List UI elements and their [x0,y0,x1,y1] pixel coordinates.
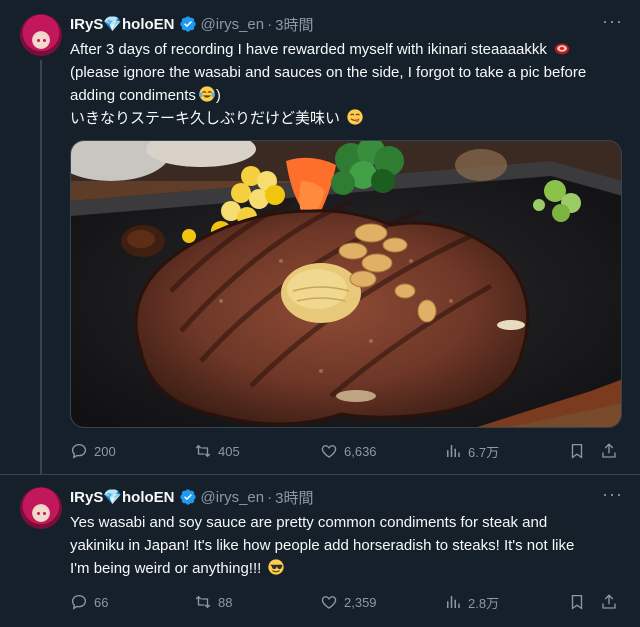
like-button[interactable]: 6,636 [320,440,377,462]
tweet-text-line: ) [215,87,221,104]
like-button[interactable]: 2,359 [320,591,377,613]
views-icon [447,445,460,457]
separator-dot: · [267,488,273,506]
more-icon[interactable]: ··· [602,485,622,507]
repost-button[interactable]: 88 [194,591,232,613]
views-count: 6.7万 [468,444,500,460]
author-handle[interactable]: @irys_en [201,489,265,506]
bookmark-button[interactable] [568,591,586,613]
timestamp[interactable]: 3時間 [275,14,313,35]
share-button[interactable] [600,591,618,613]
tweet-text-line: After 3 days of recording I have rewarde… [70,41,547,58]
yum-emoji-icon [347,109,363,125]
tweet-text: Yes wasabi and soy sauce are pretty comm… [70,511,626,580]
tweet-header: IRyS💎holoEN @irys_en · 3時間 [70,14,313,34]
share-icon [602,443,616,458]
separator-dot: · [267,15,273,33]
views-count: 2.8万 [468,595,500,611]
repost-icon [195,595,211,609]
tweet-text-line: (please ignore the wasabi and sauces on … [70,64,587,81]
more-icon[interactable]: ··· [602,12,622,34]
sunglasses-emoji-icon [268,559,285,575]
meat-emoji-icon [554,43,570,55]
author-name[interactable]: IRyS💎holoEN [70,488,175,506]
like-count: 2,359 [344,594,377,610]
repost-button[interactable]: 405 [194,440,240,462]
bookmark-icon [571,443,583,459]
tweet[interactable]: IRyS💎holoEN @irys_en · 3時間 ··· After 3 d… [0,0,640,474]
tweet-text-line: adding condiments [70,87,196,104]
reply-count: 200 [94,443,116,459]
share-button[interactable] [600,440,618,462]
views-button[interactable]: 6.7万 [444,440,499,462]
repost-icon [195,444,211,458]
author-name[interactable]: IRyS💎holoEN [70,15,175,33]
reply-icon [71,594,87,610]
share-icon [602,594,616,609]
tweet-text-line: yakiniku in Japan! It's like how people … [70,537,575,554]
tweet-text-line: Yes wasabi and soy sauce are pretty comm… [70,514,548,531]
steak-photo-illustration [71,141,621,427]
timestamp[interactable]: 3時間 [275,487,313,508]
avatar[interactable] [20,487,62,529]
thread-line [40,60,42,474]
reply-count: 66 [94,594,109,610]
action-bar: 66 88 2,359 2.8万 [70,591,626,613]
tweet-text-line: いきなりステーキ久しぶりだけど美味い [70,110,341,127]
reply-icon [71,443,87,459]
tweet-photo[interactable] [70,140,622,428]
bookmark-button[interactable] [568,440,586,462]
tweet-text: After 3 days of recording I have rewarde… [70,38,626,130]
avatar[interactable] [20,14,62,56]
bookmark-icon [571,594,583,610]
verified-icon [179,16,196,32]
like-icon [321,445,337,458]
reply-button[interactable]: 200 [70,440,116,462]
like-icon [321,596,337,609]
verified-icon [179,489,196,505]
repost-count: 88 [218,594,233,610]
tweet-text-line: I'm being weird or anything!!! [70,560,262,577]
action-bar: 200 405 6,636 6.7万 [70,440,626,462]
tweet[interactable]: IRyS💎holoEN @irys_en · 3時間 ··· Yes wasab… [0,474,640,627]
tears-of-joy-emoji-icon [199,86,215,102]
reply-button[interactable]: 66 [70,591,108,613]
views-button[interactable]: 2.8万 [444,591,499,613]
like-count: 6,636 [344,443,377,459]
views-icon [447,596,460,608]
repost-count: 405 [218,443,240,459]
tweet-header: IRyS💎holoEN @irys_en · 3時間 [70,487,313,507]
author-handle[interactable]: @irys_en [201,16,265,33]
